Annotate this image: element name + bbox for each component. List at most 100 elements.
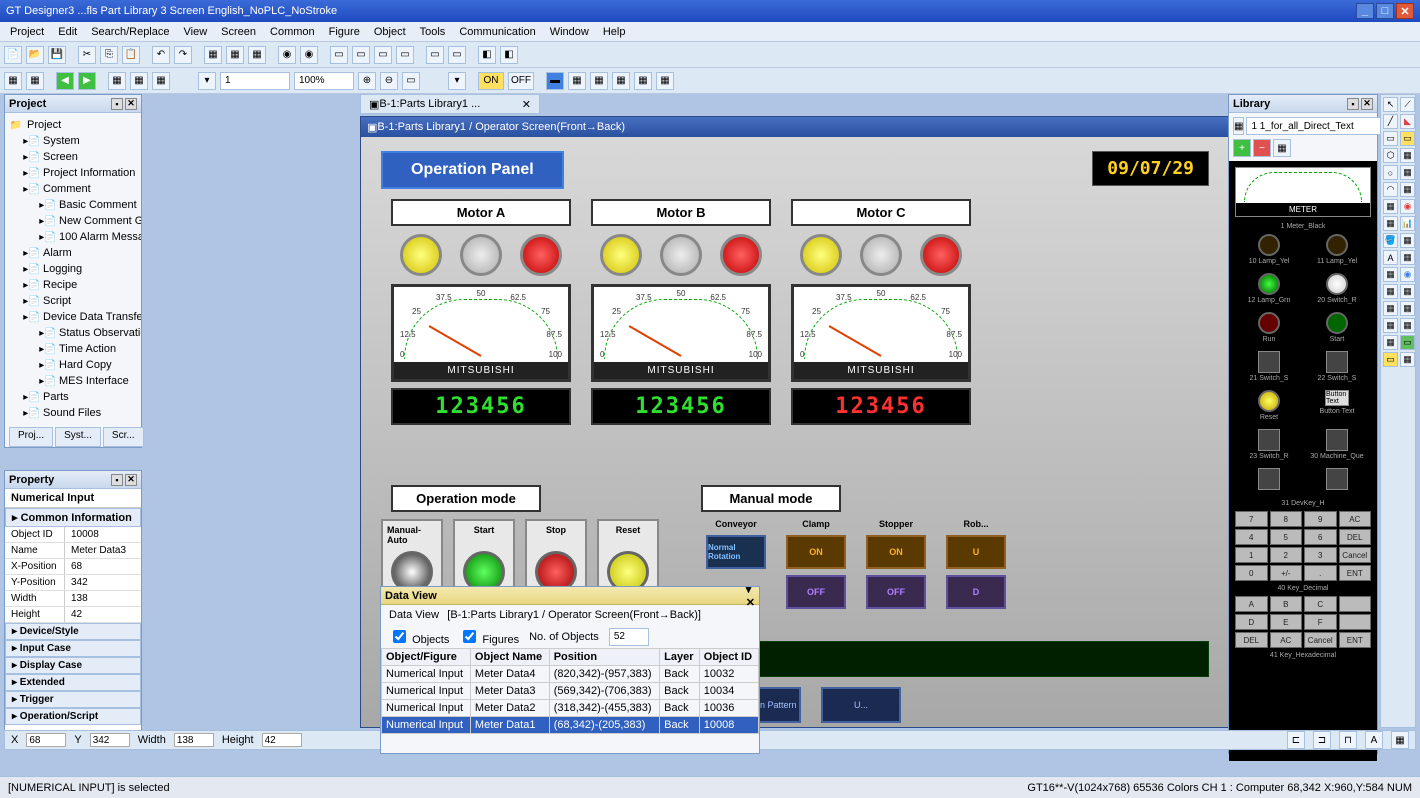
- keypad-key[interactable]: D: [1235, 614, 1268, 630]
- tool-fill-icon[interactable]: 🪣: [1383, 233, 1398, 248]
- keypad-key[interactable]: +/-: [1270, 565, 1303, 581]
- keypad-key[interactable]: .: [1304, 565, 1337, 581]
- tree-item[interactable]: ▸📄Device Data Transfer: [9, 309, 137, 325]
- library-item[interactable]: Reset: [1239, 390, 1299, 421]
- tool-icon[interactable]: ▭: [1400, 131, 1415, 146]
- align-icon[interactable]: ▦: [1391, 731, 1409, 749]
- toolbar-icon[interactable]: ▦: [108, 72, 126, 90]
- close-button[interactable]: ✕: [1396, 3, 1414, 19]
- keypad-key[interactable]: Cancel: [1304, 632, 1337, 648]
- tool-icon[interactable]: ▦: [1383, 301, 1398, 316]
- manual-button[interactable]: D: [946, 575, 1006, 609]
- library-item[interactable]: 23 Switch_R: [1239, 429, 1299, 460]
- redo-icon[interactable]: ↷: [174, 46, 192, 64]
- toolbar-icon[interactable]: ▭: [426, 46, 444, 64]
- yellow-light[interactable]: [600, 234, 642, 276]
- table-header[interactable]: Object Name: [470, 649, 549, 666]
- toolbar-icon[interactable]: ▦: [26, 72, 44, 90]
- manual-button[interactable]: Normal Rotation: [706, 535, 766, 569]
- table-header[interactable]: Position: [549, 649, 659, 666]
- panel-pin-icon[interactable]: ▾: [746, 583, 755, 596]
- manual-button[interactable]: OFF: [786, 575, 846, 609]
- menu-screen[interactable]: Screen: [215, 24, 262, 40]
- tree-item[interactable]: ▸📄Time Action: [9, 341, 137, 357]
- keypad-key[interactable]: DEL: [1339, 529, 1372, 545]
- keypad-key[interactable]: DEL: [1235, 632, 1268, 648]
- save-icon[interactable]: 💾: [48, 46, 66, 64]
- toolbar-icon[interactable]: ◉: [300, 46, 318, 64]
- keypad-key[interactable]: 1: [1235, 547, 1268, 563]
- width-input[interactable]: [174, 733, 214, 747]
- panel-close-icon[interactable]: ✕: [1361, 98, 1373, 110]
- library-item[interactable]: Button TextButton Text: [1307, 390, 1367, 421]
- tab-project[interactable]: Proj...: [9, 427, 53, 447]
- table-header[interactable]: Object ID: [699, 649, 758, 666]
- keypad-key[interactable]: 2: [1270, 547, 1303, 563]
- red-light[interactable]: [520, 234, 562, 276]
- library-add-icon[interactable]: +: [1233, 139, 1251, 157]
- align-icon[interactable]: ⊐: [1313, 731, 1331, 749]
- tree-root[interactable]: 📁Project: [9, 117, 137, 133]
- menu-common[interactable]: Common: [264, 24, 321, 40]
- on-button[interactable]: ON: [478, 72, 504, 90]
- tree-item[interactable]: ▸📄Parts: [9, 389, 137, 405]
- library-item[interactable]: [1307, 468, 1367, 492]
- toolbar-icon[interactable]: ▾: [198, 72, 216, 90]
- toolbar-icon[interactable]: ▦: [590, 72, 608, 90]
- property-group-common[interactable]: ▸ Common Information: [5, 508, 141, 527]
- tool-icon[interactable]: ⟋: [1400, 97, 1415, 112]
- keypad-key[interactable]: C: [1304, 596, 1337, 612]
- panel-close-icon[interactable]: ✕: [125, 98, 137, 110]
- keypad-key[interactable]: F: [1304, 614, 1337, 630]
- project-tree[interactable]: 📁Project ▸📄System▸📄Screen▸📄Project Infor…: [5, 113, 141, 447]
- keypad-key[interactable]: Cancel: [1339, 547, 1372, 563]
- tool-icon[interactable]: ▦: [1383, 284, 1398, 299]
- keypad-key[interactable]: AC: [1339, 511, 1372, 527]
- digital-readout[interactable]: 123456: [391, 388, 571, 425]
- table-row[interactable]: Numerical InputMeter Data2(318,342)-(455…: [382, 700, 759, 717]
- toolbar-icon[interactable]: ▦: [248, 46, 266, 64]
- tool-icon[interactable]: 📊: [1400, 216, 1415, 231]
- manual-button[interactable]: U: [946, 535, 1006, 569]
- property-row[interactable]: Height42: [5, 607, 141, 623]
- property-group[interactable]: ▸ Extended: [5, 674, 141, 691]
- menu-communication[interactable]: Communication: [453, 24, 541, 40]
- toolbar-icon[interactable]: ▦: [4, 72, 22, 90]
- tool-text-icon[interactable]: A: [1383, 250, 1398, 265]
- table-row[interactable]: Numerical InputMeter Data1(68,342)-(205,…: [382, 717, 759, 734]
- library-item[interactable]: 21 Switch_S: [1239, 351, 1299, 382]
- x-input[interactable]: [26, 733, 66, 747]
- align-icon[interactable]: ⊓: [1339, 731, 1357, 749]
- manual-button[interactable]: OFF: [866, 575, 926, 609]
- property-row[interactable]: Width138: [5, 591, 141, 607]
- library-item[interactable]: Run: [1239, 312, 1299, 343]
- next-icon[interactable]: ▶: [78, 72, 96, 90]
- maximize-button[interactable]: □: [1376, 3, 1394, 19]
- panel-pin-icon[interactable]: ▪: [1347, 98, 1359, 110]
- library-remove-icon[interactable]: −: [1253, 139, 1271, 157]
- figures-checkbox[interactable]: Figures: [459, 627, 519, 646]
- yellow-light[interactable]: [800, 234, 842, 276]
- red-light[interactable]: [920, 234, 962, 276]
- open-icon[interactable]: 📂: [26, 46, 44, 64]
- tool-icon[interactable]: ◉: [1400, 267, 1415, 282]
- menu-edit[interactable]: Edit: [52, 24, 83, 40]
- library-meter-preview[interactable]: METER: [1235, 167, 1371, 217]
- toolbar-icon[interactable]: ▦: [634, 72, 652, 90]
- menu-help[interactable]: Help: [597, 24, 632, 40]
- property-group[interactable]: ▸ Device/Style: [5, 623, 141, 640]
- bottom-nav-button[interactable]: U...: [821, 687, 901, 723]
- keypad-key[interactable]: A: [1235, 596, 1268, 612]
- tool-icon[interactable]: ◉: [1400, 199, 1415, 214]
- tool-icon[interactable]: ◣: [1400, 114, 1415, 129]
- toolbar-icon[interactable]: ▦: [130, 72, 148, 90]
- property-group[interactable]: ▸ Input Case: [5, 640, 141, 657]
- menu-view[interactable]: View: [178, 24, 214, 40]
- keypad-key[interactable]: 9: [1304, 511, 1337, 527]
- tool-icon[interactable]: ⬡: [1383, 148, 1398, 163]
- tree-item[interactable]: ▸📄Screen: [9, 149, 137, 165]
- library-item[interactable]: 30 Machine_Que: [1307, 429, 1367, 460]
- keypad-key[interactable]: 4: [1235, 529, 1268, 545]
- table-row[interactable]: Numerical InputMeter Data4(820,342)-(957…: [382, 666, 759, 683]
- toolbar-icon[interactable]: ◧: [478, 46, 496, 64]
